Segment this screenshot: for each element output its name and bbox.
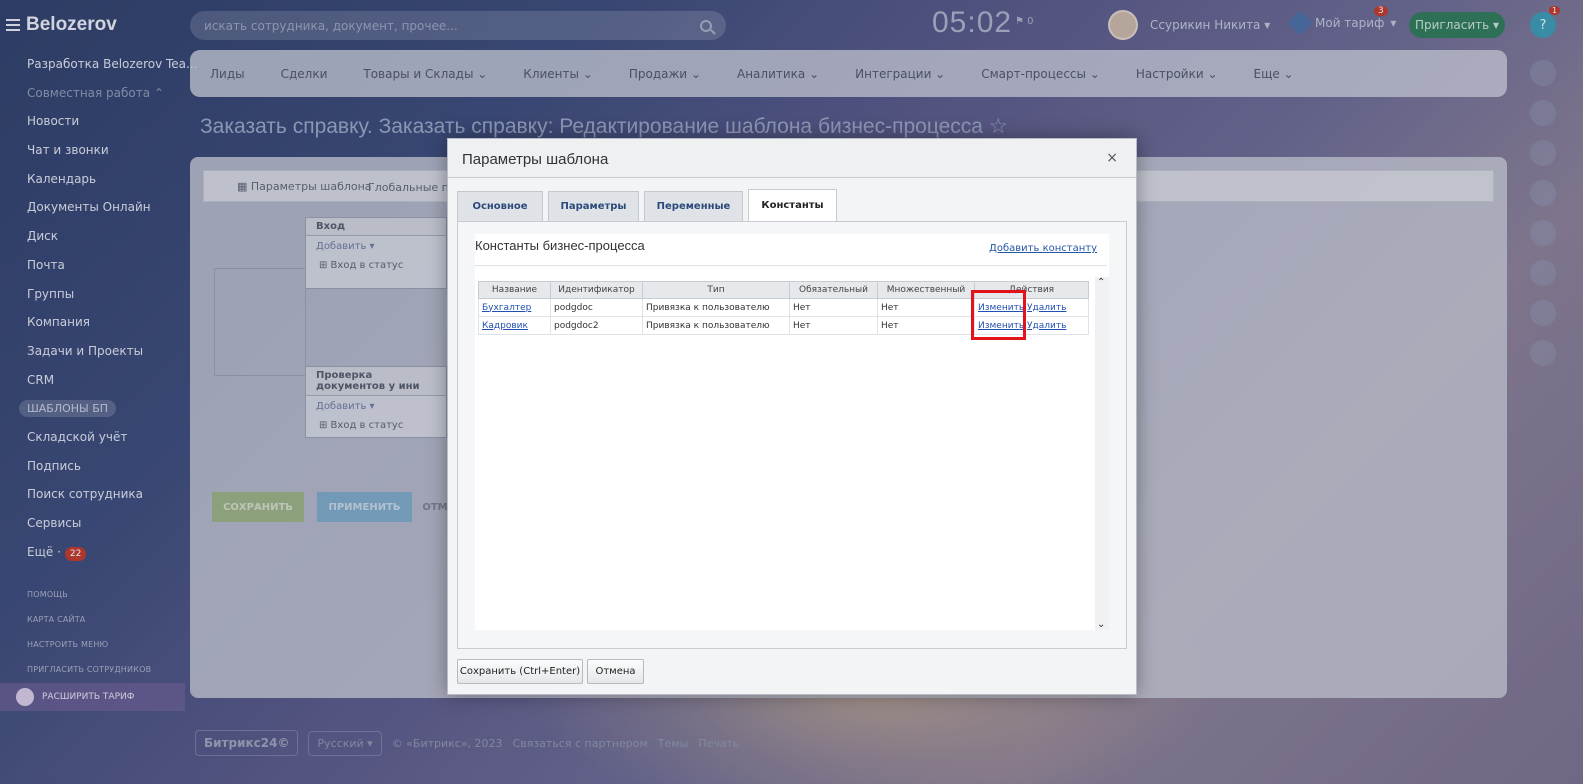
template-params-dialog: Параметры шаблона × Основное Параметры П… xyxy=(447,138,1137,695)
divider xyxy=(475,265,1107,266)
col-name: Название xyxy=(478,281,551,299)
col-multiple: Множественный xyxy=(877,281,975,299)
scroll-down-icon[interactable]: ⌄ xyxy=(1097,619,1105,630)
cell-required: Нет xyxy=(789,298,878,317)
tab-main[interactable]: Основное xyxy=(457,191,543,221)
col-type: Тип xyxy=(642,281,790,299)
cell-id: podgdoc xyxy=(550,298,643,317)
dialog-title: Параметры шаблона xyxy=(462,151,609,168)
col-id: Идентификатор xyxy=(550,281,643,299)
add-constant-link[interactable]: Добавить константу xyxy=(989,243,1097,254)
dialog-footer: Сохранить (Ctrl+Enter) Отмена xyxy=(457,659,644,684)
cell-type: Привязка к пользователю xyxy=(642,316,790,335)
cell-required: Нет xyxy=(789,316,878,335)
table-scrollbar[interactable]: ⌃ ⌄ xyxy=(1095,277,1109,630)
delete-link[interactable]: Удалить xyxy=(1027,321,1066,331)
cell-name: Бухгалтер xyxy=(478,298,551,317)
cancel-button[interactable]: Отмена xyxy=(587,659,644,684)
save-button[interactable]: Сохранить (Ctrl+Enter) xyxy=(457,659,583,684)
cell-type: Привязка к пользователю xyxy=(642,298,790,317)
highlight-box xyxy=(971,290,1026,340)
constant-name-link[interactable]: Кадровик xyxy=(482,321,528,331)
tab-parameters[interactable]: Параметры xyxy=(548,191,639,221)
cell-multiple: Нет xyxy=(877,298,975,317)
cell-multiple: Нет xyxy=(877,316,975,335)
tab-content: Константы бизнес-процесса Добавить конст… xyxy=(457,221,1127,649)
scroll-up-icon[interactable]: ⌃ xyxy=(1097,277,1105,288)
section-title: Константы бизнес-процесса xyxy=(475,238,645,253)
close-icon[interactable]: × xyxy=(1106,150,1118,166)
dialog-tabs: Основное Параметры Переменные Константы xyxy=(457,189,837,221)
col-required: Обязательный xyxy=(789,281,878,299)
tab-variables[interactable]: Переменные xyxy=(644,191,743,221)
cell-name: Кадровик xyxy=(478,316,551,335)
cell-id: podgdoc2 xyxy=(550,316,643,335)
delete-link[interactable]: Удалить xyxy=(1027,303,1066,313)
dialog-header: Параметры шаблона × xyxy=(448,139,1136,178)
constant-name-link[interactable]: Бухгалтер xyxy=(482,303,531,313)
tab-constants[interactable]: Константы xyxy=(748,189,837,221)
